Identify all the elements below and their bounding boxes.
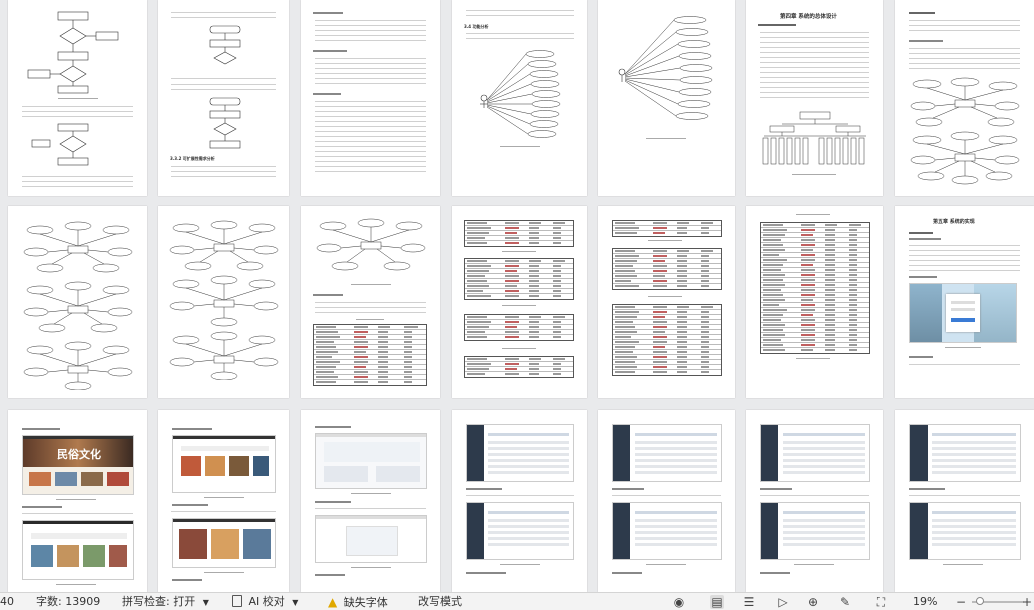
screenshot-figure xyxy=(315,515,427,563)
data-table xyxy=(464,220,574,247)
er-diagram xyxy=(316,218,426,271)
document-page[interactable]: 第四章 系统的总体设计 xyxy=(746,0,883,196)
document-page[interactable] xyxy=(301,0,440,196)
eye-icon[interactable]: ◉ xyxy=(672,595,686,609)
screenshot-figure xyxy=(172,435,276,493)
spell-check-label: 拼写检查: 打开 xyxy=(122,595,196,608)
ai-check-button[interactable]: AI 校对 ▼ xyxy=(232,595,298,610)
use-case-diagram xyxy=(618,16,713,120)
banner-text: 民俗文化 xyxy=(57,448,101,461)
document-page[interactable] xyxy=(598,410,735,592)
play-icon[interactable]: ▷ xyxy=(776,595,790,609)
document-page[interactable] xyxy=(598,206,735,398)
zoom-level[interactable]: 19% xyxy=(913,595,937,609)
section-heading: 3.3.2 可扩展性需求分析 xyxy=(170,156,215,161)
document-canvas[interactable]: 3.3.2 可扩展性需求分析 3.4 功能分析 第四章 系统的总体设计 第五章 … xyxy=(0,0,1034,592)
er-diagram xyxy=(169,220,279,380)
flowchart-diagram xyxy=(209,25,241,65)
ai-check-label: AI 校对 xyxy=(248,595,285,608)
data-table xyxy=(612,248,722,290)
warning-icon: ▲ xyxy=(328,595,338,609)
screenshot-figure xyxy=(466,502,574,560)
er-diagram xyxy=(23,221,133,390)
screenshot-figure xyxy=(22,520,134,580)
document-page[interactable] xyxy=(452,410,587,592)
data-table xyxy=(760,222,870,354)
document-page[interactable] xyxy=(598,0,735,196)
chevron-down-icon: ▼ xyxy=(292,598,299,607)
screenshot-figure xyxy=(760,502,870,560)
screenshot-figure xyxy=(612,424,722,482)
missing-font-button[interactable]: ▲ 缺失字体 xyxy=(328,595,388,610)
er-diagram xyxy=(910,77,1020,185)
ai-document-icon xyxy=(232,595,242,607)
pen-icon[interactable]: ✎ xyxy=(838,595,852,609)
data-table xyxy=(612,220,722,237)
zoom-slider[interactable] xyxy=(972,597,1024,605)
data-table xyxy=(612,304,722,376)
section-heading: 3.4 功能分析 xyxy=(464,24,489,29)
flowchart-diagram xyxy=(209,97,241,149)
screenshot-figure: 民俗文化 xyxy=(22,435,134,495)
document-page[interactable] xyxy=(8,206,147,398)
zoom-slider-thumb[interactable] xyxy=(976,597,984,605)
document-page[interactable]: 3.3.2 可扩展性需求分析 xyxy=(158,0,289,196)
screenshot-figure xyxy=(909,502,1021,560)
data-table xyxy=(464,314,574,341)
status-bar: 40 字数: 13909 拼写检查: 打开 ▼ AI 校对 ▼ ▲ 缺失字体 改… xyxy=(0,592,1034,610)
document-page[interactable] xyxy=(158,206,289,398)
screenshot-figure xyxy=(315,433,427,489)
document-page[interactable] xyxy=(746,410,883,592)
document-page[interactable]: 民俗文化 xyxy=(8,410,147,592)
document-page[interactable]: 3.4 功能分析 xyxy=(452,0,587,196)
document-page[interactable] xyxy=(452,206,587,398)
page-number[interactable]: 40 xyxy=(0,595,14,609)
screenshot-figure xyxy=(612,502,722,560)
screenshot-figure xyxy=(909,283,1017,343)
document-page[interactable] xyxy=(158,410,289,592)
data-table xyxy=(464,356,574,378)
data-table xyxy=(313,324,427,386)
spell-check-toggle[interactable]: 拼写检查: 打开 ▼ xyxy=(122,595,209,610)
globe-icon[interactable]: ⊕ xyxy=(806,595,820,609)
document-page[interactable] xyxy=(895,0,1034,196)
screenshot-figure xyxy=(760,424,870,482)
overwrite-mode[interactable]: 改写模式 xyxy=(418,595,462,609)
use-case-diagram xyxy=(480,50,561,138)
document-page[interactable] xyxy=(895,410,1034,592)
document-page[interactable]: 第五章 系统的实现 xyxy=(895,206,1034,398)
chapter-title: 第四章 系统的总体设计 xyxy=(780,14,837,20)
flowchart-diagram xyxy=(31,123,89,166)
screenshot-figure xyxy=(466,424,574,482)
word-count[interactable]: 字数: 13909 xyxy=(36,595,100,609)
data-table xyxy=(464,258,574,300)
fit-page-icon[interactable]: ⛶ xyxy=(874,595,888,609)
outline-icon[interactable]: ☰ xyxy=(742,595,756,609)
system-structure-diagram xyxy=(762,111,866,165)
document-page[interactable] xyxy=(301,410,440,592)
chevron-down-icon: ▼ xyxy=(202,598,209,607)
document-page[interactable] xyxy=(746,206,883,398)
zoom-out-icon[interactable]: − xyxy=(954,595,968,609)
page-view-icon[interactable]: ▤ xyxy=(710,595,724,609)
zoom-in-icon[interactable]: + xyxy=(1020,595,1034,609)
screenshot-figure xyxy=(909,424,1021,482)
document-page[interactable] xyxy=(8,0,147,196)
missing-font-label: 缺失字体 xyxy=(343,596,388,609)
chapter-title: 第五章 系统的实现 xyxy=(933,219,975,225)
screenshot-figure xyxy=(172,518,276,568)
document-page[interactable] xyxy=(301,206,440,398)
flowchart-diagram xyxy=(27,11,119,94)
